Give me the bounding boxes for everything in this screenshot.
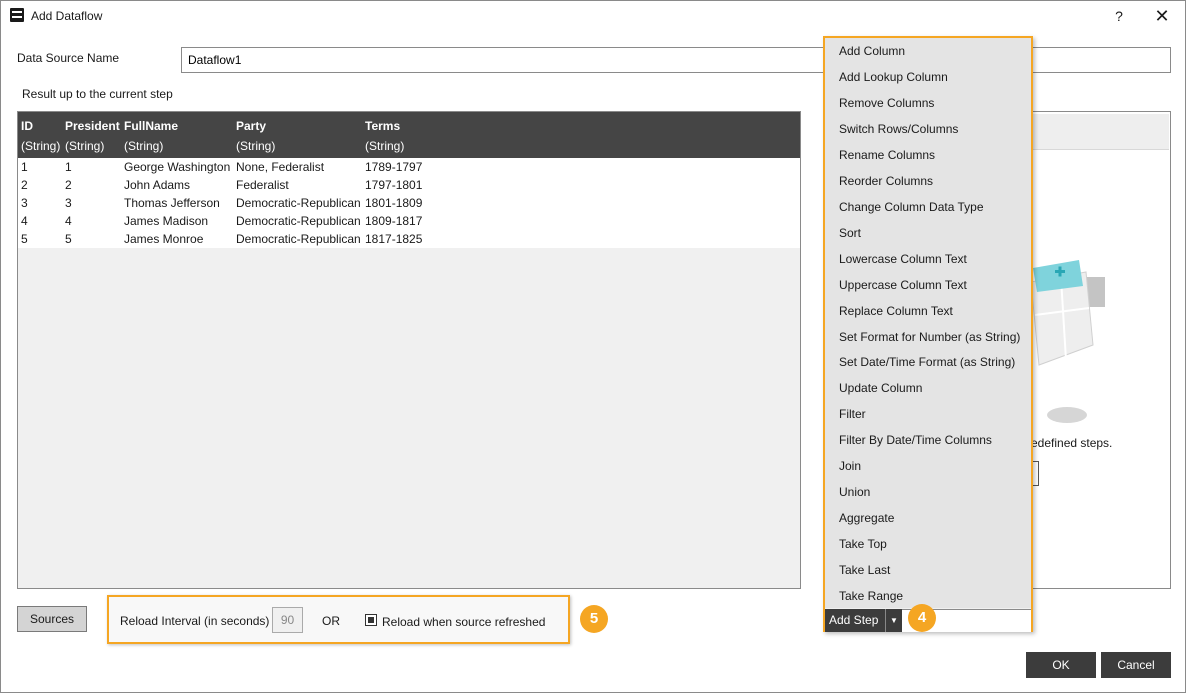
column-type-party: (String)	[236, 139, 276, 153]
menu-item-replace-column-text[interactable]: Replace Column Text	[839, 304, 953, 318]
add-step-menu: Add Column Add Lookup Column Remove Colu…	[823, 36, 1033, 632]
menu-item-take-range[interactable]: Take Range	[839, 589, 903, 603]
menu-item-filter-by-date-time-columns[interactable]: Filter By Date/Time Columns	[839, 433, 992, 447]
table-row[interactable]: 3 3 Thomas Jefferson Democratic-Republic…	[18, 194, 800, 212]
steps-panel: edefined steps.	[1031, 111, 1171, 589]
table-row[interactable]: 5 5 James Monroe Democratic-Republican 1…	[18, 230, 800, 248]
cell-fullname: James Madison	[124, 214, 209, 228]
column-header-terms[interactable]: Terms	[365, 119, 400, 133]
grid-header: ID (String) President (String) FullName …	[18, 112, 800, 158]
callout-badge-5: 5	[580, 605, 608, 633]
grid-body: 1 1 George Washington None, Federalist 1…	[18, 158, 800, 248]
cell-terms: 1789-1797	[365, 160, 423, 174]
cell-party: Federalist	[236, 178, 289, 192]
window-title: Add Dataflow	[31, 9, 103, 23]
result-grid[interactable]: ID (String) President (String) FullName …	[17, 111, 801, 589]
table-row[interactable]: 4 4 James Madison Democratic-Republican …	[18, 212, 800, 230]
column-type-terms: (String)	[365, 139, 405, 153]
menu-item-union[interactable]: Union	[839, 485, 870, 499]
menu-item-add-lookup-column[interactable]: Add Lookup Column	[839, 70, 948, 84]
cell-party: None, Federalist	[236, 160, 325, 174]
reload-interval-label: Reload Interval (in seconds)	[120, 614, 270, 628]
menu-item-change-column-data-type[interactable]: Change Column Data Type	[839, 200, 984, 214]
cell-terms: 1817-1825	[365, 232, 423, 246]
menu-item-join[interactable]: Join	[839, 459, 861, 473]
cell-id: 5	[21, 232, 28, 246]
cancel-button[interactable]: Cancel	[1101, 652, 1171, 678]
data-source-name-label: Data Source Name	[17, 51, 120, 65]
cell-id: 4	[21, 214, 28, 228]
cell-president: 2	[65, 178, 72, 192]
cell-party: Democratic-Republican	[236, 196, 361, 210]
menu-item-update-column[interactable]: Update Column	[839, 381, 922, 395]
cell-party: Democratic-Republican	[236, 214, 361, 228]
menu-item-remove-columns[interactable]: Remove Columns	[839, 96, 934, 110]
column-type-president: (String)	[65, 139, 105, 153]
menu-item-take-top[interactable]: Take Top	[839, 537, 887, 551]
cell-terms: 1797-1801	[365, 178, 423, 192]
column-header-id[interactable]: ID	[21, 119, 33, 133]
cell-id: 3	[21, 196, 28, 210]
cell-terms: 1801-1809	[365, 196, 423, 210]
menu-item-filter[interactable]: Filter	[839, 407, 866, 421]
close-icon[interactable]: ✕	[1151, 6, 1173, 26]
column-header-fullname[interactable]: FullName	[124, 119, 178, 133]
app-logo-icon	[10, 8, 24, 22]
callout-badge-4: 4	[908, 604, 936, 632]
menu-item-add-column[interactable]: Add Column	[839, 44, 905, 58]
column-type-fullname: (String)	[124, 139, 164, 153]
ok-button[interactable]: OK	[1026, 652, 1096, 678]
menu-item-reorder-columns[interactable]: Reorder Columns	[839, 174, 933, 188]
add-step-button[interactable]: Add Step	[825, 609, 885, 632]
cell-president: 4	[65, 214, 72, 228]
menu-item-set-date-time-format[interactable]: Set Date/Time Format (as String)	[839, 355, 1015, 369]
table-row[interactable]: 1 1 George Washington None, Federalist 1…	[18, 158, 800, 176]
cell-fullname: John Adams	[124, 178, 191, 192]
cell-president: 5	[65, 232, 72, 246]
cell-fullname: George Washington	[124, 160, 231, 174]
cell-fullname: Thomas Jefferson	[124, 196, 220, 210]
cell-party: Democratic-Republican	[236, 232, 361, 246]
menu-item-set-format-for-number[interactable]: Set Format for Number (as String)	[839, 330, 1020, 344]
reload-when-refreshed-checkbox[interactable]	[365, 614, 377, 626]
chevron-down-icon[interactable]: ▼	[885, 609, 902, 632]
reload-interval-input[interactable]: 90	[272, 607, 303, 633]
steps-panel-hint-text: edefined steps.	[1031, 436, 1113, 450]
result-label: Result up to the current step	[22, 87, 173, 101]
column-type-id: (String)	[21, 139, 61, 153]
menu-item-rename-columns[interactable]: Rename Columns	[839, 148, 935, 162]
help-button[interactable]: ?	[1109, 6, 1129, 26]
add-dataflow-dialog: Add Dataflow ? ✕ Data Source Name Result…	[0, 0, 1186, 693]
cell-terms: 1809-1817	[365, 214, 423, 228]
cell-president: 3	[65, 196, 72, 210]
cell-id: 1	[21, 160, 28, 174]
column-header-party[interactable]: Party	[236, 119, 266, 133]
add-step-menu-list: Add Column Add Lookup Column Remove Colu…	[825, 38, 1031, 608]
table-row[interactable]: 2 2 John Adams Federalist 1797-1801	[18, 176, 800, 194]
reload-settings-box: Reload Interval (in seconds) 90 OR Reloa…	[107, 595, 570, 644]
empty-steps-illustration-icon	[1031, 260, 1105, 423]
menu-item-lowercase-column-text[interactable]: Lowercase Column Text	[839, 252, 967, 266]
or-label: OR	[322, 614, 340, 628]
sources-button[interactable]: Sources	[17, 606, 87, 632]
cell-id: 2	[21, 178, 28, 192]
menu-item-aggregate[interactable]: Aggregate	[839, 511, 894, 525]
title-bar: Add Dataflow ? ✕	[1, 1, 1185, 31]
reload-when-refreshed-label[interactable]: Reload when source refreshed	[382, 615, 545, 629]
menu-item-sort[interactable]: Sort	[839, 226, 861, 240]
cell-president: 1	[65, 160, 72, 174]
menu-item-switch-rows-columns[interactable]: Switch Rows/Columns	[839, 122, 958, 136]
menu-item-take-last[interactable]: Take Last	[839, 563, 890, 577]
column-header-president[interactable]: President	[65, 119, 120, 133]
steps-panel-header	[1031, 114, 1169, 150]
menu-item-uppercase-column-text[interactable]: Uppercase Column Text	[839, 278, 967, 292]
cell-fullname: James Monroe	[124, 232, 204, 246]
